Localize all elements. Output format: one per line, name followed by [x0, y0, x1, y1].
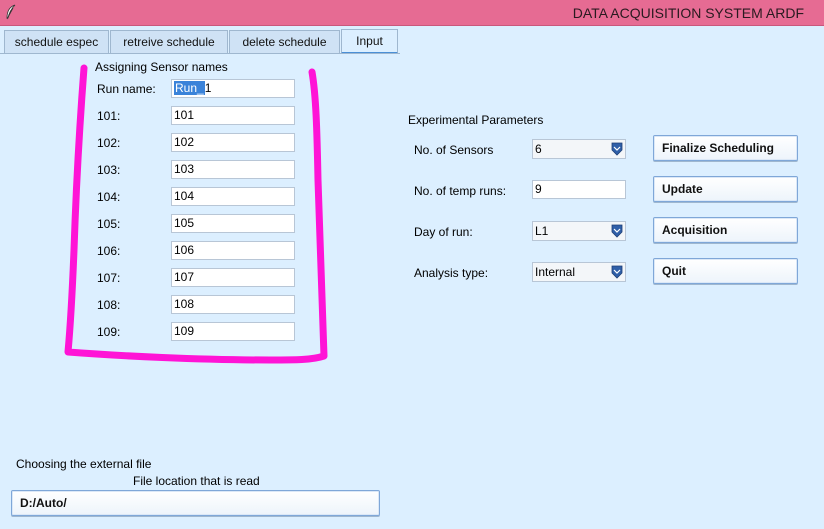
- dropdown-arrow-icon[interactable]: [611, 142, 623, 156]
- analysis-type-select[interactable]: Internal: [532, 262, 626, 282]
- num-sensors-label: No. of Sensors: [414, 143, 494, 157]
- title-bar: DATA ACQUISITION SYSTEM ARDF: [0, 0, 824, 26]
- dropdown-arrow-icon[interactable]: [611, 224, 623, 238]
- sensor-input-101[interactable]: 101: [171, 106, 295, 125]
- sensor-label-107: 107:: [97, 271, 121, 285]
- tab-retreive-schedule[interactable]: retreive schedule: [110, 30, 228, 53]
- run-name-rest-text: 1: [204, 81, 212, 95]
- sensor-input-107[interactable]: 107: [171, 268, 295, 287]
- sensor-label-103: 103:: [97, 163, 121, 177]
- sensor-label-108: 108:: [97, 298, 121, 312]
- analysis-type-label: Analysis type:: [414, 266, 489, 280]
- sensor-label-109: 109:: [97, 325, 121, 339]
- sensor-input-109[interactable]: 109: [171, 322, 295, 341]
- run-name-selected-text: Run_: [174, 81, 205, 95]
- tab-schedule-espec[interactable]: schedule espec: [4, 30, 109, 53]
- external-file-heading: Choosing the external file: [16, 457, 152, 471]
- sensor-names-title: Assigning Sensor names: [95, 60, 228, 74]
- num-sensors-select[interactable]: 6: [532, 139, 626, 159]
- temp-runs-input[interactable]: 9: [532, 180, 626, 199]
- tab-input[interactable]: Input: [341, 29, 398, 54]
- sensor-label-102: 102:: [97, 136, 121, 150]
- run-name-label: Run name:: [97, 82, 156, 96]
- sensor-input-108[interactable]: 108: [171, 295, 295, 314]
- sensor-label-104: 104:: [97, 190, 121, 204]
- update-button[interactable]: Update: [653, 176, 798, 202]
- feather-icon: [6, 4, 16, 20]
- run-name-input[interactable]: Run_1: [171, 79, 295, 98]
- file-location-label: File location that is read: [133, 474, 260, 488]
- tab-delete-schedule[interactable]: delete schedule: [229, 30, 340, 53]
- file-path-button[interactable]: D:/Auto/: [11, 490, 380, 516]
- analysis-type-value: Internal: [535, 265, 576, 279]
- sensor-label-105: 105:: [97, 217, 121, 231]
- dropdown-arrow-icon[interactable]: [611, 265, 623, 279]
- sensor-input-102[interactable]: 102: [171, 133, 295, 152]
- day-of-run-select[interactable]: L1: [532, 221, 626, 241]
- sensor-input-103[interactable]: 103: [171, 160, 295, 179]
- sensor-input-104[interactable]: 104: [171, 187, 295, 206]
- sensor-label-106: 106:: [97, 244, 121, 258]
- acquisition-button[interactable]: Acquisition: [653, 217, 798, 243]
- sensor-input-105[interactable]: 105: [171, 214, 295, 233]
- num-sensors-value: 6: [535, 142, 542, 156]
- finalize-scheduling-button[interactable]: Finalize Scheduling: [653, 135, 798, 161]
- temp-runs-label: No. of temp runs:: [414, 184, 507, 198]
- sensor-label-101: 101:: [97, 109, 121, 123]
- window-title: DATA ACQUISITION SYSTEM ARDF: [572, 5, 804, 21]
- quit-button[interactable]: Quit: [653, 258, 798, 284]
- day-of-run-value: L1: [535, 224, 549, 238]
- experimental-parameters-title: Experimental Parameters: [408, 113, 544, 127]
- sensor-input-106[interactable]: 106: [171, 241, 295, 260]
- tab-bar: schedule espec retreive schedule delete …: [0, 29, 400, 54]
- day-of-run-label: Day of run:: [414, 225, 473, 239]
- tab-divider: [0, 53, 400, 54]
